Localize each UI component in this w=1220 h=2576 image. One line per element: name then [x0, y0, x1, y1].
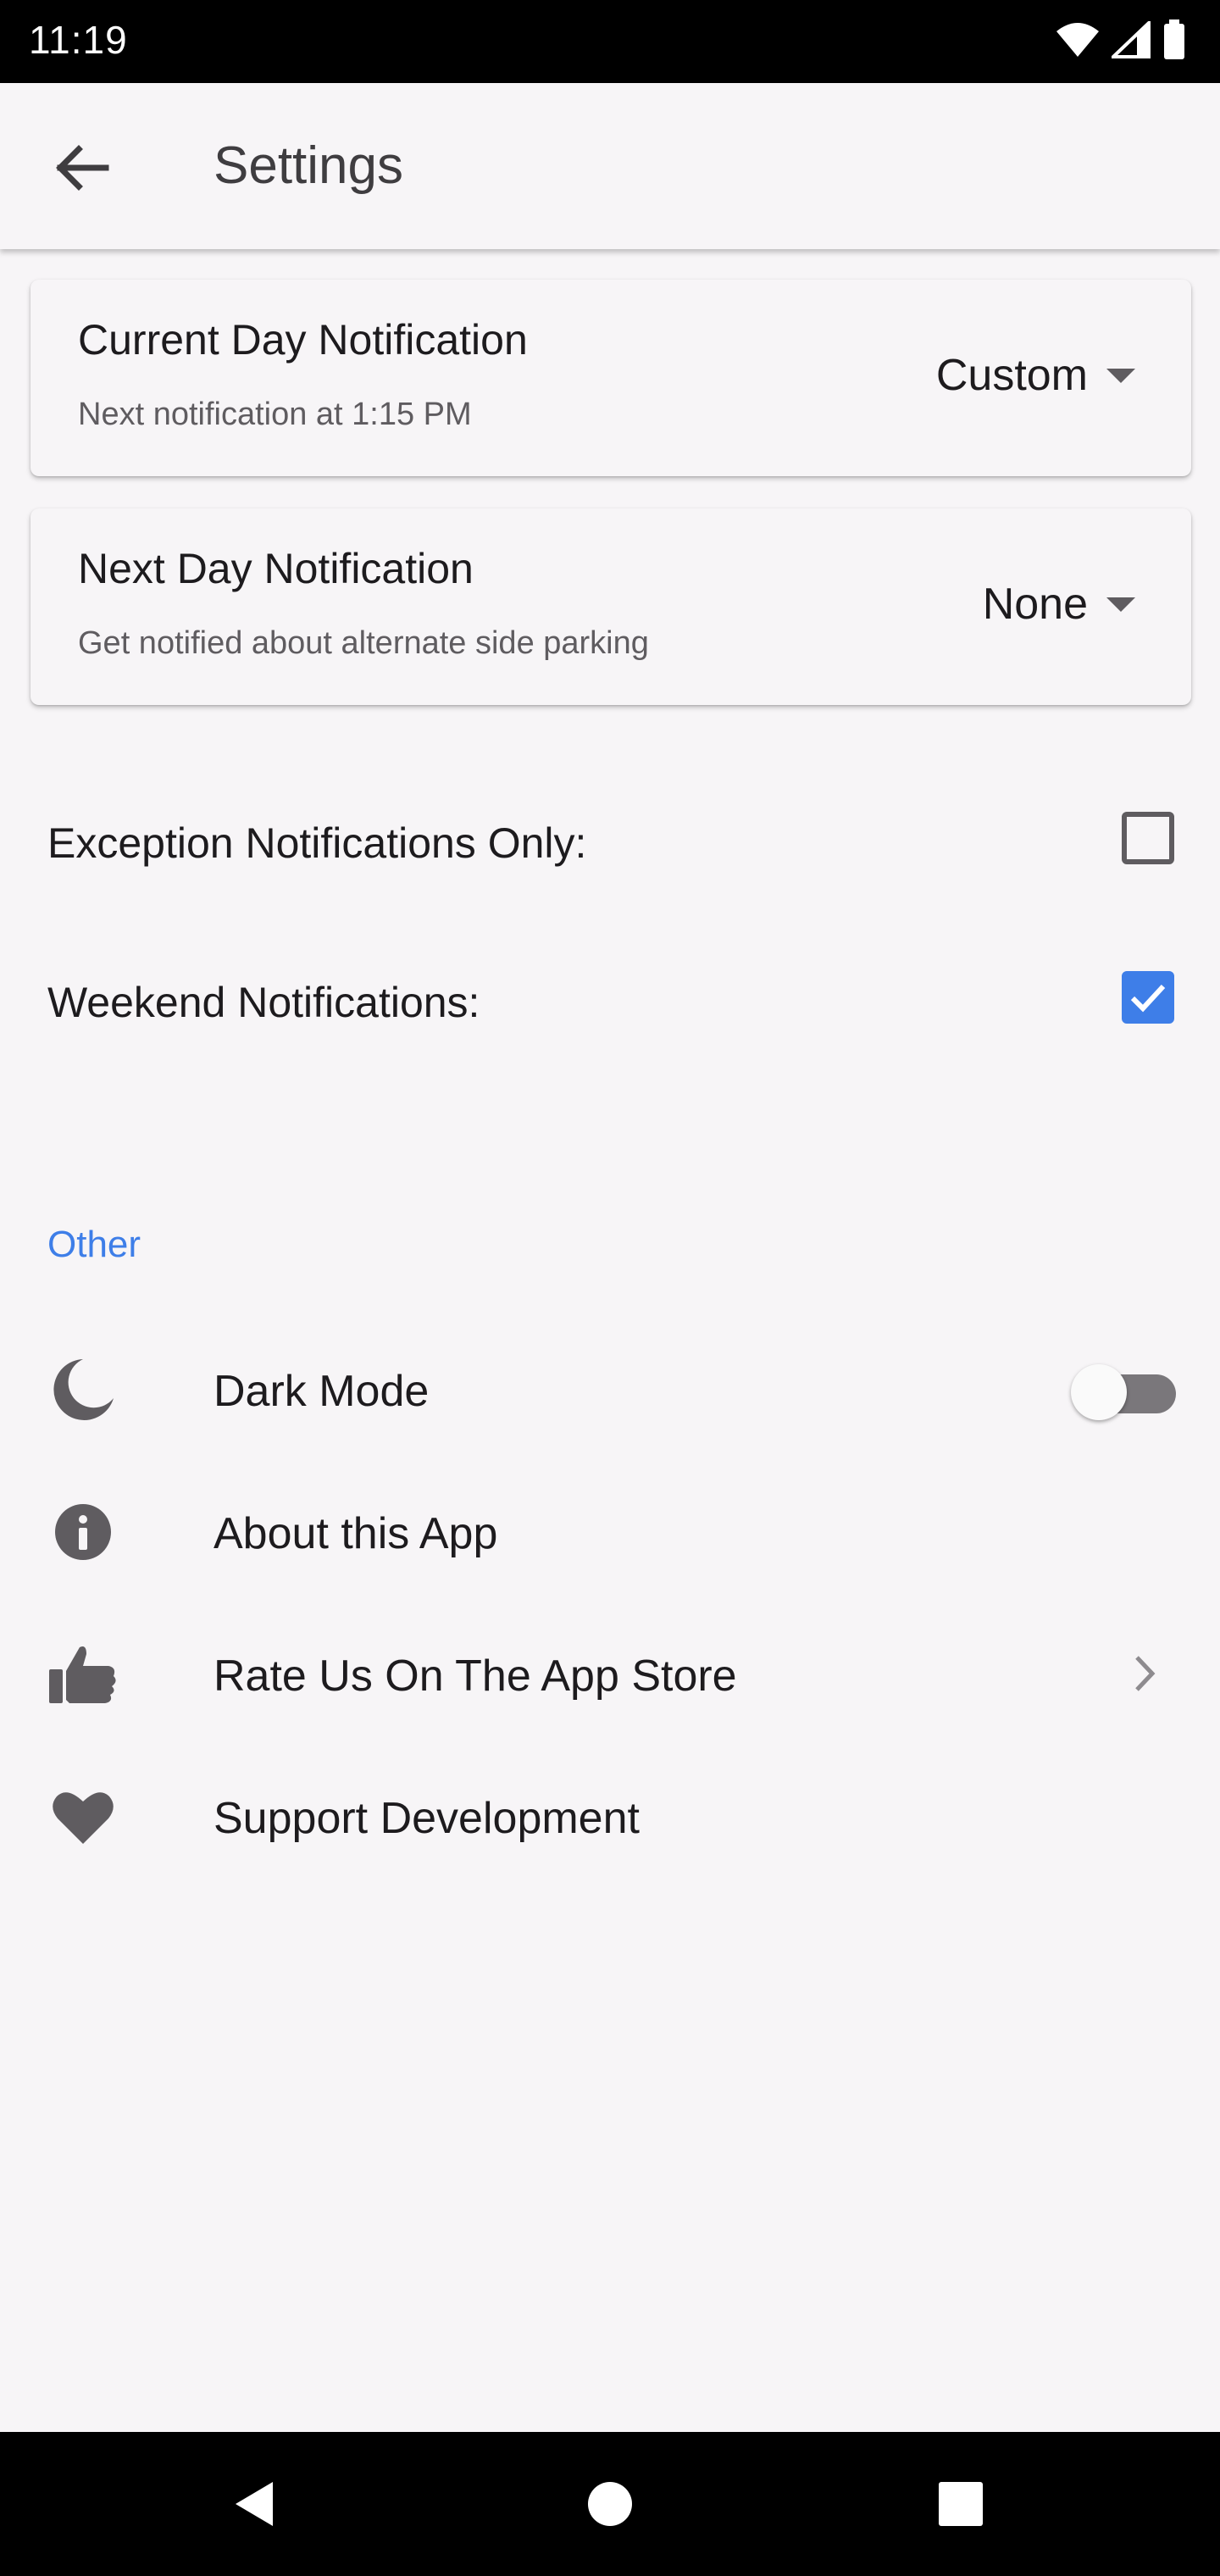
- exception-notifications-checkbox[interactable]: [1122, 812, 1174, 864]
- dark-mode-label: Dark Mode: [214, 1367, 430, 1416]
- list-item-dark-mode[interactable]: Dark Mode: [0, 1329, 1220, 1447]
- card-title: Next Day Notification: [78, 545, 474, 592]
- status-icons: [1056, 18, 1186, 64]
- exception-notifications-label: Exception Notifications Only:: [47, 819, 587, 867]
- arrow-left-icon: [56, 145, 109, 191]
- current-day-notification-card: Current Day Notification Next notificati…: [30, 280, 1191, 476]
- support-label: Support Development: [214, 1794, 640, 1843]
- weekend-notifications-label: Weekend Notifications:: [47, 979, 480, 1026]
- rate-us-label: Rate Us On The App Store: [214, 1652, 737, 1701]
- dark-mode-toggle[interactable]: [1071, 1364, 1176, 1420]
- app-bar: Settings: [0, 83, 1220, 249]
- list-item-about[interactable]: About this App: [0, 1471, 1220, 1590]
- caret-down-icon: [1106, 368, 1135, 383]
- current-day-dropdown[interactable]: Custom: [936, 346, 1135, 405]
- dropdown-value: None: [982, 580, 1088, 629]
- back-button[interactable]: [47, 134, 115, 202]
- section-header-other: Other: [47, 1224, 141, 1265]
- chevron-right-icon: [1123, 1652, 1166, 1695]
- cellular-signal-icon: [1109, 18, 1151, 63]
- recents-square-icon[interactable]: [927, 2470, 995, 2538]
- battery-icon: [1162, 19, 1186, 64]
- heart-icon: [47, 1781, 119, 1852]
- system-nav-bar: [0, 2432, 1220, 2576]
- status-bar: 11:19: [0, 0, 1220, 83]
- thumbs-up-icon: [47, 1639, 119, 1710]
- page-title: Settings: [214, 136, 404, 195]
- home-circle-icon[interactable]: [576, 2470, 644, 2538]
- next-day-notification-card: Next Day Notification Get notified about…: [30, 508, 1191, 705]
- card-subtitle: Get notified about alternate side parkin…: [78, 625, 649, 661]
- wifi-icon: [1056, 21, 1100, 63]
- list-item-support[interactable]: Support Development: [0, 1756, 1220, 1874]
- card-title: Current Day Notification: [78, 316, 528, 364]
- exception-notifications-row: Exception Notifications Only:: [47, 798, 1174, 883]
- weekend-notifications-checkbox[interactable]: [1122, 971, 1174, 1024]
- caret-down-icon: [1106, 597, 1135, 612]
- next-day-dropdown[interactable]: None: [983, 575, 1135, 634]
- back-triangle-icon[interactable]: [222, 2470, 290, 2538]
- status-time: 11:19: [29, 18, 128, 62]
- list-item-rate-us[interactable]: Rate Us On The App Store: [0, 1613, 1220, 1732]
- about-label: About this App: [214, 1509, 498, 1558]
- weekend-notifications-row: Weekend Notifications:: [47, 958, 1174, 1042]
- moon-icon: [47, 1354, 119, 1425]
- toggle-thumb: [1071, 1364, 1127, 1420]
- checkmark-icon: [1130, 984, 1166, 1013]
- info-icon: [47, 1496, 119, 1568]
- card-subtitle: Next notification at 1:15 PM: [78, 397, 472, 432]
- dropdown-value: Custom: [935, 351, 1088, 400]
